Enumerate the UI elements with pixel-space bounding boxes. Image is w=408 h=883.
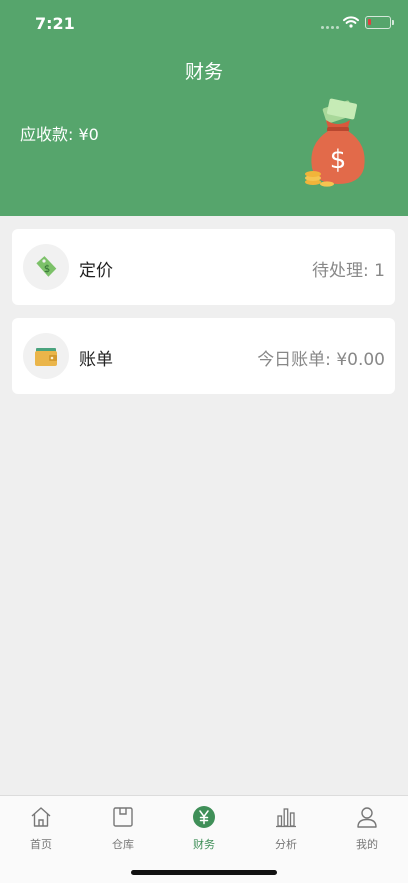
tab-finance-label: 财务 [193, 838, 215, 851]
tab-home[interactable]: 首页 [0, 796, 82, 856]
svg-text:$: $ [44, 264, 50, 275]
tab-profile[interactable]: 我的 [326, 796, 408, 856]
signal-icon [321, 26, 339, 30]
home-indicator[interactable] [131, 870, 277, 875]
tab-home-label: 首页 [30, 838, 52, 851]
pricing-card[interactable]: $ 定价 待处理: 1 [12, 229, 395, 305]
bar-chart-icon [276, 808, 296, 828]
page-title: 财务 [184, 61, 223, 83]
wallet-icon [23, 333, 69, 379]
status-time: 7:21 [35, 14, 75, 33]
pending-count: 待处理: 1 [312, 261, 385, 281]
tab-analysis-label: 分析 [275, 838, 297, 851]
today-bill-amount: 今日账单: ¥0.00 [257, 350, 385, 370]
battery-icon [365, 16, 394, 29]
status-bar: 7:21 [0, 0, 408, 44]
home-icon [31, 807, 51, 827]
user-icon [357, 807, 377, 828]
tab-finance[interactable]: 财务 [163, 796, 245, 856]
money-bag-icon: $ [305, 98, 365, 187]
tab-warehouse-label: 仓库 [112, 838, 134, 851]
tab-analysis[interactable]: 分析 [245, 796, 327, 856]
svg-text:$: $ [330, 145, 347, 175]
warehouse-icon [113, 807, 133, 827]
receivable-amount: 应收款: ¥0 [20, 125, 99, 144]
pricing-label: 定价 [79, 261, 113, 281]
finance-header: 7:21 财务 应收款: ¥0 $ [0, 0, 408, 216]
yuan-icon [193, 806, 215, 828]
price-tag-icon: $ [23, 244, 69, 290]
wifi-icon [343, 16, 359, 28]
bills-label: 账单 [79, 350, 113, 370]
bills-card[interactable]: 账单 今日账单: ¥0.00 [12, 318, 395, 394]
tab-profile-label: 我的 [356, 838, 378, 851]
tab-warehouse[interactable]: 仓库 [82, 796, 164, 856]
